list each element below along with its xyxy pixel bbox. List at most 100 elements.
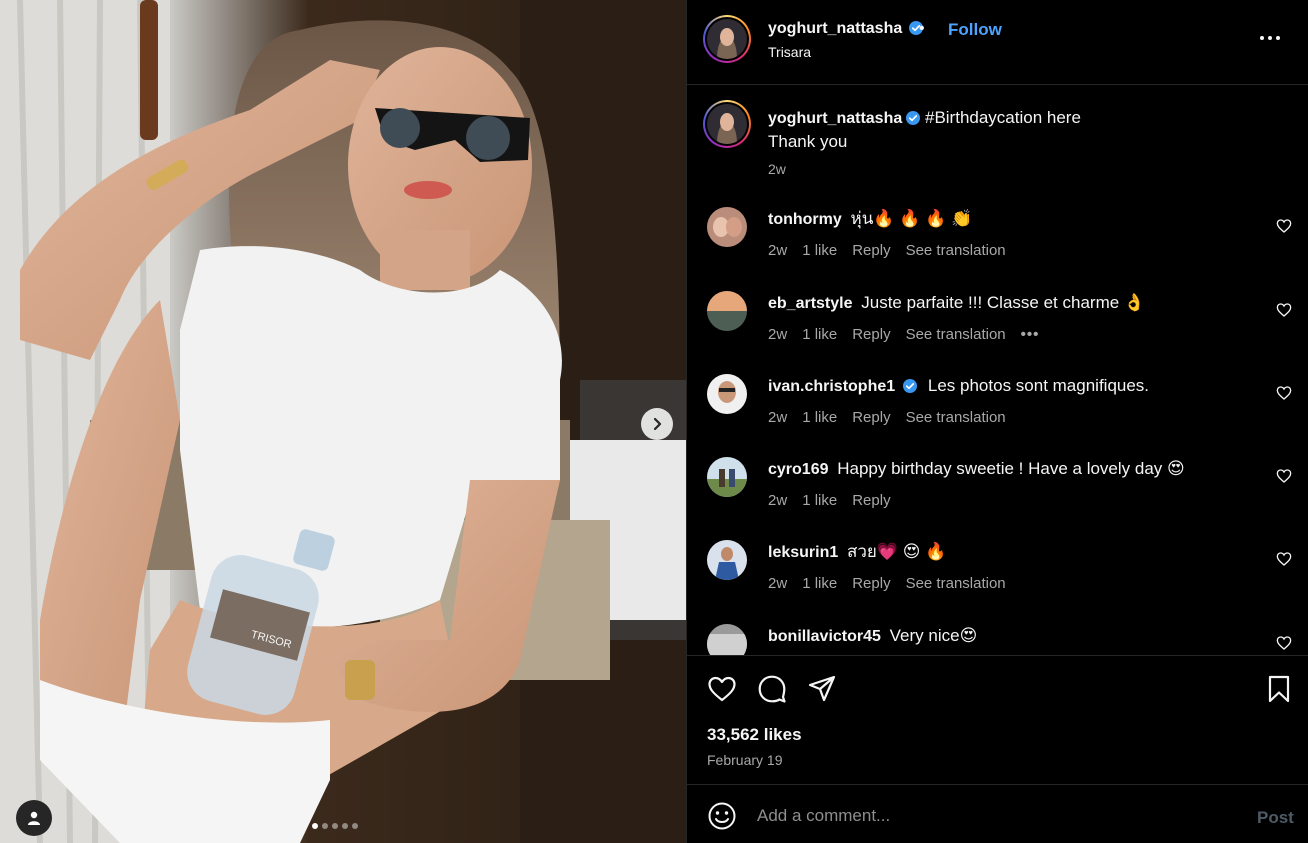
comment-reply-button[interactable]: Reply: [852, 242, 890, 259]
comment-text: ivan.christophe1 Les photos sont magnifi…: [768, 375, 1149, 398]
comment-time[interactable]: 2w: [768, 326, 787, 343]
comment-text: cyro169 Happy birthday sweetie ! Have a …: [768, 458, 1185, 481]
post-header: yoghurt_nattasha • Follow Trisara: [687, 0, 1308, 85]
chevron-right-icon: [653, 417, 662, 431]
comment-username[interactable]: bonillavictor45: [768, 628, 881, 645]
post-comment-button[interactable]: Post: [1257, 808, 1294, 828]
comment-reply-button[interactable]: Reply: [852, 326, 890, 343]
caption-avatar[interactable]: [703, 100, 751, 148]
heart-icon[interactable]: [1276, 218, 1292, 234]
save-bookmark-icon[interactable]: [1264, 674, 1294, 704]
comment-composer: Post: [687, 785, 1308, 843]
comment-username[interactable]: tonhormy: [768, 211, 842, 228]
instagram-post-view: TRISOR yoghurt_nattasha • Follow Trisara…: [0, 0, 1308, 843]
comment-avatar[interactable]: [707, 207, 747, 247]
share-send-icon[interactable]: [807, 674, 837, 704]
verified-badge-icon: [906, 111, 921, 125]
likes-count[interactable]: 33,562 likes: [707, 725, 802, 745]
comment-meta: 2w 1 like Reply: [768, 492, 891, 509]
header-separator: •: [919, 20, 925, 37]
heart-icon[interactable]: [1276, 468, 1292, 484]
comment-username[interactable]: eb_artstyle: [768, 295, 853, 312]
comment-username[interactable]: ivan.christophe1: [768, 378, 895, 395]
heart-icon[interactable]: [1276, 551, 1292, 567]
comment-item: bonillavictor45 Very nice😍: [687, 624, 1308, 655]
caption-text: yoghurt_nattasha #Birthdaycation here Th…: [768, 106, 1248, 153]
comment-message: Juste parfaite !!! Classe et charme 👌: [861, 293, 1146, 312]
comment-message: Happy birthday sweetie ! Have a lovely d…: [837, 459, 1185, 478]
slide-dot: [322, 823, 328, 829]
comment-likes[interactable]: 1 like: [802, 409, 837, 426]
comment-see-translation[interactable]: See translation: [906, 409, 1006, 426]
comment-text: bonillavictor45 Very nice😍: [768, 625, 977, 648]
post-location[interactable]: Trisara: [768, 44, 811, 60]
slide-dot: [332, 823, 338, 829]
like-heart-icon[interactable]: [707, 674, 737, 704]
post-media[interactable]: TRISOR: [0, 0, 686, 843]
comment-likes[interactable]: 1 like: [802, 575, 837, 592]
author-username[interactable]: yoghurt_nattasha: [768, 20, 902, 38]
comment-message: Les photos sont magnifiques.: [927, 376, 1150, 395]
more-options-icon[interactable]: [1255, 28, 1285, 48]
comment-likes[interactable]: 1 like: [802, 326, 837, 343]
comment-time[interactable]: 2w: [768, 575, 787, 592]
caption-line-1: #Birthdaycation here: [924, 108, 1081, 127]
comment-meta: 2w 1 like Reply See translation •••: [768, 326, 1039, 343]
emoji-icon[interactable]: [707, 801, 737, 831]
comment-avatar[interactable]: [707, 291, 747, 331]
comment-see-translation[interactable]: See translation: [906, 575, 1006, 592]
comment-time[interactable]: 2w: [768, 492, 787, 509]
tagged-users-button[interactable]: [16, 800, 52, 836]
comment-message: สวย💗 😍 🔥: [847, 542, 947, 561]
comment-username[interactable]: cyro169: [768, 461, 829, 478]
comment-username[interactable]: leksurin1: [768, 544, 838, 561]
slide-dot: [342, 823, 348, 829]
comment-text: leksurin1 สวย💗 😍 🔥: [768, 541, 946, 564]
comment-avatar[interactable]: [707, 540, 747, 580]
comment-item: cyro169 Happy birthday sweetie ! Have a …: [687, 457, 1308, 540]
slide-dot-active: [312, 823, 318, 829]
heart-icon[interactable]: [1276, 385, 1292, 401]
comment-input[interactable]: [757, 802, 1237, 830]
comment-see-translation[interactable]: See translation: [906, 242, 1006, 259]
comment-see-translation[interactable]: See translation: [906, 326, 1006, 343]
comment-reply-button[interactable]: Reply: [852, 575, 890, 592]
post-date[interactable]: February 19: [707, 752, 782, 768]
comment-message: Very nice😍: [889, 626, 978, 645]
caption-line-2: Thank you: [768, 132, 848, 151]
comment-item: tonhormy หุ่น🔥 🔥 🔥 👏 2w 1 like Reply See…: [687, 207, 1308, 290]
comment-bubble-icon[interactable]: [757, 674, 787, 704]
comment-text: tonhormy หุ่น🔥 🔥 🔥 👏: [768, 208, 972, 231]
comment-time[interactable]: 2w: [768, 409, 787, 426]
slide-dot: [352, 823, 358, 829]
comment-item: ivan.christophe1 Les photos sont magnifi…: [687, 374, 1308, 457]
user-icon: [28, 811, 40, 825]
author-avatar[interactable]: [703, 15, 751, 63]
author-avatar-image: [707, 19, 747, 59]
comment-item: eb_artstyle Juste parfaite !!! Classe et…: [687, 291, 1308, 374]
comment-text: eb_artstyle Juste parfaite !!! Classe et…: [768, 292, 1145, 315]
comment-likes[interactable]: 1 like: [802, 242, 837, 259]
comment-message: หุ่น🔥 🔥 🔥 👏: [850, 209, 973, 228]
comment-more-options[interactable]: •••: [1021, 326, 1040, 343]
post-actions: 33,562 likes February 19: [687, 655, 1308, 785]
comment-avatar[interactable]: [707, 457, 747, 497]
comment-time[interactable]: 2w: [768, 242, 787, 259]
comments-list[interactable]: yoghurt_nattasha #Birthdaycation here Th…: [687, 85, 1308, 655]
next-slide-button[interactable]: [641, 408, 673, 440]
comment-reply-button[interactable]: Reply: [852, 409, 890, 426]
slide-indicator: [312, 823, 358, 829]
follow-button[interactable]: Follow: [948, 20, 1002, 40]
comment-reply-button[interactable]: Reply: [852, 492, 890, 509]
heart-icon[interactable]: [1276, 635, 1292, 651]
comment-meta: 2w 1 like Reply See translation: [768, 242, 1006, 259]
caption-avatar-image: [707, 104, 747, 144]
caption-time[interactable]: 2w: [768, 161, 786, 177]
caption-username[interactable]: yoghurt_nattasha: [768, 110, 902, 127]
comment-avatar[interactable]: [707, 624, 747, 655]
comment-item: leksurin1 สวย💗 😍 🔥 2w 1 like Reply See t…: [687, 540, 1308, 623]
post-photo: TRISOR: [0, 0, 686, 843]
comment-avatar[interactable]: [707, 374, 747, 414]
heart-icon[interactable]: [1276, 302, 1292, 318]
comment-likes[interactable]: 1 like: [802, 492, 837, 509]
